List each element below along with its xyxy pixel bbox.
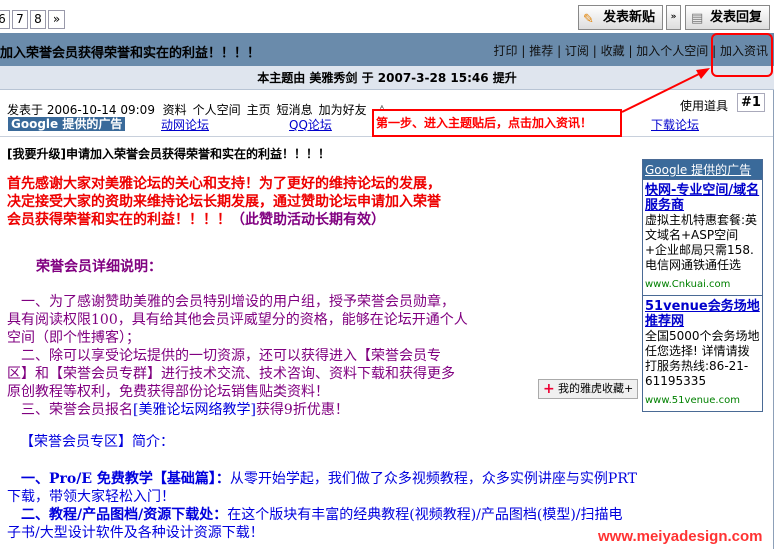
annotation-callout: 第一步、进入主题贴后，点击加入资讯！: [372, 109, 622, 137]
annotation-arrow: [621, 68, 710, 113]
watermark: www.meiyadesign.com: [598, 528, 763, 545]
